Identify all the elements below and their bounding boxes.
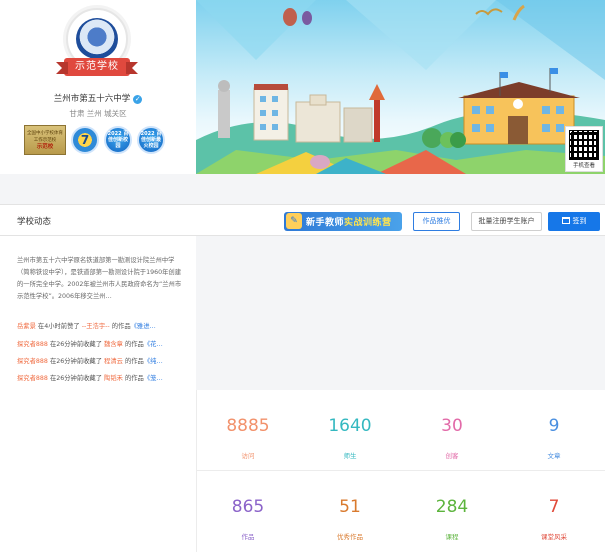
stat-members[interactable]: 1640 师生 (299, 390, 401, 471)
stat-visits[interactable]: 8885 访问 (197, 390, 299, 471)
school-banner: 手机查看 (196, 0, 605, 174)
calendar-icon (561, 217, 570, 224)
school-location: 甘肃 兰州 城关区 (69, 109, 127, 118)
verified-icon: ✓ (133, 95, 143, 104)
batch-register-button[interactable]: 批量注册学生账户 (471, 212, 542, 231)
campus-illustration (196, 0, 605, 174)
school-homepage: 示范学校 兰州市第五十六中学 ✓ 甘肃 兰州 城关区 全国中小学校体育工作示范校 … (0, 0, 605, 552)
school-intro-panel: 兰州市第五十六中学原名铁道部第一勘测设计院兰州中学（简称铁设中学），是铁道部第一… (0, 236, 196, 552)
activity-item: 探究者888 在26分钟前收藏了 魏含章 的作品《花… (17, 341, 163, 348)
stat-classroom[interactable]: 7 课堂风采 (503, 471, 605, 552)
stat-courses[interactable]: 284 课程 (401, 471, 503, 552)
activity-item: 岳紫景 在4小时前赞了 --王浩宇-- 的作品《雅进… (17, 323, 156, 330)
stat-makers[interactable]: 30 创客 (401, 390, 503, 471)
new-teacher-camp-banner[interactable]: ✎ 新手教师实战训练营 (284, 212, 402, 231)
section-title: 学校动态 (17, 217, 52, 227)
stat-works[interactable]: 865 作品 (197, 471, 299, 552)
recommend-works-button[interactable]: 作品推优 (413, 212, 460, 231)
honors-row: 全国中小学校体育工作示范校 示范校 7 2022 百佳创新校园 2022 百佳创… (24, 124, 165, 156)
school-stats: 8885 访问 1640 师生 30 创客 9 文章 865 作品 51 优秀作品 284 课… (196, 390, 605, 552)
school-intro[interactable]: 兰州市第五十六中学原名铁道部第一勘测设计院兰州中学（简称铁设中学），是铁道部第一… (17, 255, 183, 303)
activity-item: 探究者888 在26分钟前收藏了 程清云 的作品《纯… (17, 358, 163, 365)
honor-plaque[interactable]: 全国中小学校体育工作示范校 示范校 (24, 125, 66, 155)
demo-school-badge: 示范学校 (56, 58, 138, 76)
mobile-qr-code[interactable]: 手机查看 (565, 126, 603, 172)
stat-excellent-works[interactable]: 51 优秀作品 (299, 471, 401, 552)
honor-medal-seven[interactable]: 7 (71, 126, 99, 154)
school-profile-card: 示范学校 兰州市第五十六中学 ✓ 甘肃 兰州 城关区 全国中小学校体育工作示范校 … (0, 0, 196, 174)
school-name[interactable]: 兰州市第五十六中学 ✓ (0, 92, 196, 104)
signin-button[interactable]: 签到 (548, 212, 600, 231)
activity-item: 探究者888 在26分钟前收藏了 陶韬禾 的作品《笼… (17, 375, 163, 382)
stat-articles[interactable]: 9 文章 (503, 390, 605, 471)
qr-code-icon (569, 130, 599, 160)
camp-icon: ✎ (286, 213, 302, 229)
school-dynamics-bar: 学校动态 ✎ 新手教师实战训练营 作品推优 批量注册学生账户 签到 (0, 204, 605, 236)
honor-medal-innovation[interactable]: 2022 百佳创新校园 (104, 126, 132, 154)
honor-medal-popular[interactable]: 2022 百佳创新最火校园 (137, 126, 165, 154)
